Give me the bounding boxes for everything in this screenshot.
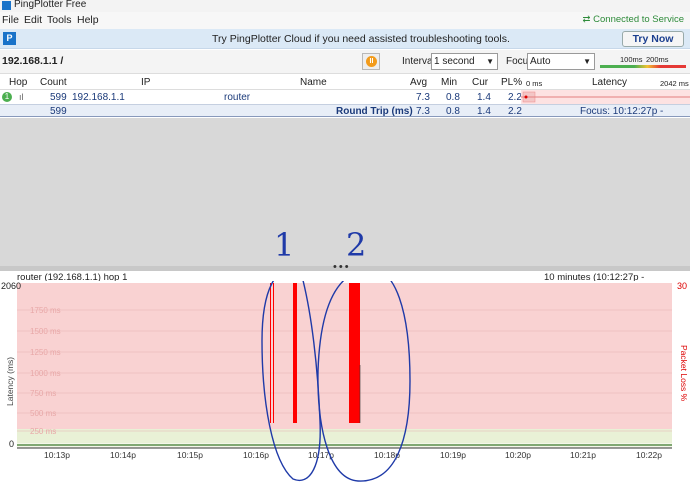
- col-cur[interactable]: Cur: [472, 77, 488, 88]
- focus-select[interactable]: Auto ▼: [527, 53, 595, 70]
- time-graph: 1750 ms 1500 ms 1250 ms 1000 ms 750 ms 5…: [0, 281, 690, 484]
- scale-100: 100ms: [620, 55, 643, 64]
- interval-select[interactable]: 1 second ▼: [431, 53, 498, 70]
- interval-label: Interval: [402, 56, 435, 67]
- menu-tools[interactable]: Tools: [47, 14, 72, 26]
- col-min[interactable]: Min: [441, 77, 457, 88]
- target-address[interactable]: 192.168.1.1 /: [2, 55, 63, 67]
- y-axis-min: 0: [9, 439, 14, 449]
- col-latency[interactable]: Latency: [592, 77, 627, 88]
- loss-bar: [349, 283, 360, 423]
- annotation-label-2: 2: [346, 226, 366, 262]
- gridline-label: 1500 ms: [30, 327, 61, 336]
- summary-row: 599 Round Trip (ms) 7.3 0.8 1.4 2.2 Focu…: [0, 104, 690, 128]
- x-tick-label: 10:22p: [636, 450, 662, 460]
- summary-cur: 1.4: [477, 106, 491, 117]
- gridline-label: 1000 ms: [30, 369, 61, 378]
- col-latency-min: 0 ms: [526, 79, 543, 88]
- x-tick-label: 10:21p: [570, 450, 596, 460]
- gridline-label: 250 ms: [30, 427, 56, 436]
- window-title: PingPlotter Free: [14, 0, 87, 10]
- plot-background: [17, 283, 672, 448]
- x-tick-label: 10:15p: [177, 450, 203, 460]
- gridline-label: 1750 ms: [30, 306, 61, 315]
- x-tick-label: 10:20p: [505, 450, 531, 460]
- connection-status: ⇄ Connected to Service: [582, 14, 684, 25]
- row-cur: 1.4: [477, 92, 491, 103]
- col-count[interactable]: Count: [40, 77, 67, 88]
- x-tick-label: 10:19p: [440, 450, 466, 460]
- packet-loss-label: Packet Loss %: [679, 345, 689, 402]
- summary-name: Round Trip (ms): [336, 106, 413, 117]
- loss-bar: [273, 283, 274, 423]
- row-name: router: [224, 92, 251, 103]
- y-axis-max: 2060: [1, 281, 21, 291]
- col-pl[interactable]: PL%: [501, 77, 522, 88]
- row-min: 0.8: [446, 92, 460, 103]
- row-count: 599: [50, 92, 67, 103]
- title-bar: PingPlotter Free: [0, 0, 690, 12]
- x-tick-label: 10:16p: [243, 450, 269, 460]
- loss-bar: [270, 283, 271, 423]
- col-avg[interactable]: Avg: [410, 77, 427, 88]
- y-axis-label: Latency (ms): [5, 357, 15, 406]
- col-latency-max: 2042 ms: [660, 79, 689, 88]
- annotation-labels: 1 2: [274, 226, 366, 262]
- x-tick-label: 10:13p: [44, 450, 70, 460]
- latency-scale: 100ms 200ms: [600, 53, 686, 71]
- focus-value: Auto: [530, 56, 551, 67]
- gridline-label: 1250 ms: [30, 348, 61, 357]
- row-pl: 2.2: [508, 92, 522, 103]
- hop-status-icon: 1: [2, 92, 12, 102]
- menu-file[interactable]: File: [2, 14, 19, 26]
- col-ip[interactable]: IP: [141, 77, 150, 88]
- toolbar: 192.168.1.1 / II Interval 1 second ▼ Foc…: [0, 50, 690, 74]
- interval-value: 1 second: [434, 56, 475, 67]
- col-hop[interactable]: Hop: [9, 77, 27, 88]
- pause-button[interactable]: II: [362, 53, 380, 70]
- bars-icon: ıl: [19, 92, 24, 102]
- scale-200: 200ms: [646, 55, 669, 64]
- scale-bar: [600, 65, 686, 68]
- menu-bar: File Edit Tools Help ⇄ Connected to Serv…: [0, 12, 690, 29]
- gridline-label: 500 ms: [30, 409, 56, 418]
- try-now-button[interactable]: Try Now: [622, 31, 684, 47]
- gridline-label: 750 ms: [30, 389, 56, 398]
- table-row[interactable]: 1 ıl 599 192.168.1.1 router 7.3 0.8 1.4 …: [0, 90, 690, 105]
- summary-count: 599: [50, 106, 67, 117]
- row-ip: 192.168.1.1: [72, 92, 125, 103]
- x-tick-label: 10:14p: [110, 450, 136, 460]
- pause-icon: II: [366, 56, 377, 67]
- menu-help[interactable]: Help: [77, 14, 99, 26]
- app-icon: [2, 1, 11, 10]
- summary-min: 0.8: [446, 106, 460, 117]
- row-avg: 7.3: [416, 92, 430, 103]
- menu-edit[interactable]: Edit: [24, 14, 42, 26]
- chevron-down-icon: ▼: [486, 57, 494, 66]
- col-name[interactable]: Name: [300, 77, 327, 88]
- connection-status-text: Connected to Service: [593, 14, 684, 25]
- latency-graph-mini: [521, 90, 690, 105]
- loss-bar: [293, 283, 297, 423]
- summary-pl: 2.2: [508, 106, 522, 117]
- pingplotter-icon: P: [3, 32, 16, 45]
- chevron-down-icon: ▼: [583, 57, 591, 66]
- annotation-label-1: 1: [274, 226, 294, 262]
- cloud-banner: P Try PingPlotter Cloud if you need assi…: [0, 29, 690, 49]
- banner-text: Try PingPlotter Cloud if you need assist…: [212, 33, 510, 45]
- table-header: Hop Count IP Name Avg Min Cur PL% 0 ms L…: [0, 75, 690, 90]
- packet-loss-max: 30: [677, 281, 687, 291]
- summary-avg: 7.3: [416, 106, 430, 117]
